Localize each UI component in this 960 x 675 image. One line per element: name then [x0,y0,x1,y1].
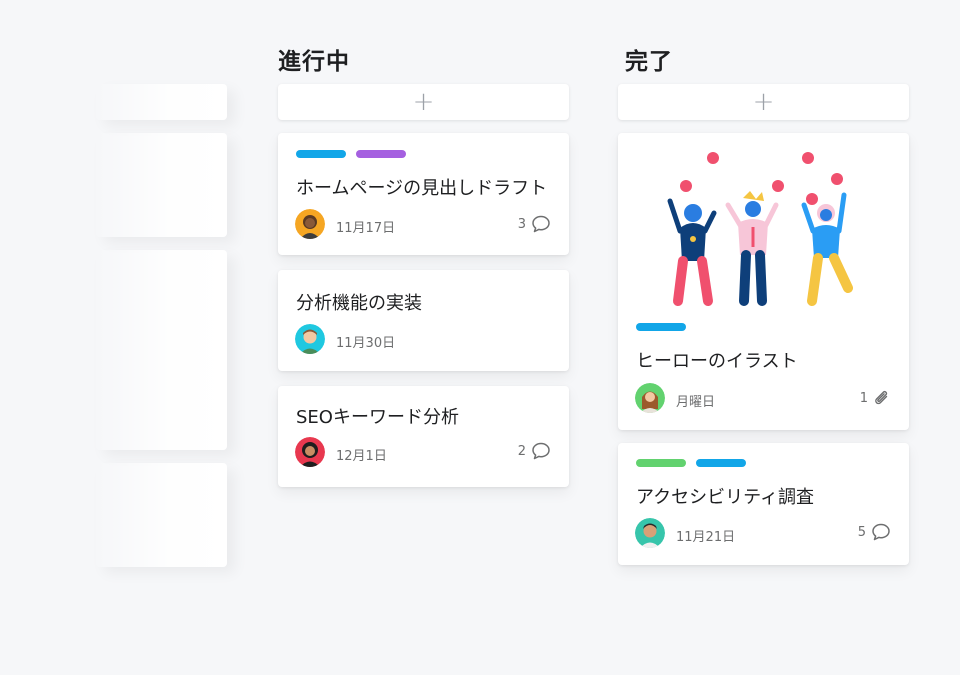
add-task-button[interactable]: + [618,84,909,120]
due-date: 12月1日 [336,449,387,464]
avatar[interactable] [635,383,665,413]
task-title: アクセシビリティ調査 [636,487,815,508]
column-title-done: 完了 [625,49,673,75]
task-card[interactable]: 分析機能の実装 11月30日 [278,270,569,371]
faded-card [96,463,227,567]
task-title: SEOキーワード分析 [296,407,459,428]
task-card[interactable]: アクセシビリティ調査 11月21日 5 [618,443,909,565]
faded-add-button [96,84,227,120]
faded-card [96,250,227,450]
due-date: 11月30日 [336,336,396,351]
task-title: ヒーローのイラスト [636,351,798,372]
due-date: 11月17日 [336,221,396,236]
comment-count[interactable]: 2 [518,441,551,461]
task-title: ホームページの見出しドラフト [296,178,548,199]
tag-purple [356,150,406,158]
task-card[interactable]: ホームページの見出しドラフト 11月17日 3 [278,133,569,255]
comment-count[interactable]: 3 [518,214,551,234]
paperclip-icon [873,388,891,408]
due-date: 月曜日 [676,395,716,410]
avatar[interactable] [295,437,325,467]
faded-card [96,133,227,237]
comment-icon [531,214,551,234]
tag-blue [696,459,746,467]
comment-icon [871,522,891,542]
tag-green [636,459,686,467]
attachment-count-value: 1 [859,390,868,406]
avatar[interactable] [295,324,325,354]
comment-count-value: 2 [517,443,526,459]
attachment-count[interactable]: 1 [860,388,891,408]
comment-icon [531,441,551,461]
comment-count[interactable]: 5 [858,522,891,542]
tag-blue [636,323,686,331]
avatar[interactable] [635,518,665,548]
comment-count-value: 5 [857,524,866,540]
avatar[interactable] [295,209,325,239]
comment-count-value: 3 [517,216,526,232]
task-card[interactable]: ヒーローのイラスト 月曜日 1 [618,133,909,430]
due-date: 11月21日 [676,530,736,545]
tag-blue [296,150,346,158]
task-card[interactable]: SEOキーワード分析 12月1日 2 [278,386,569,487]
add-task-button[interactable]: + [278,84,569,120]
task-title: 分析機能の実装 [296,293,422,314]
column-title-in-progress: 進行中 [278,49,350,75]
juggling-people-illustration [658,143,868,308]
